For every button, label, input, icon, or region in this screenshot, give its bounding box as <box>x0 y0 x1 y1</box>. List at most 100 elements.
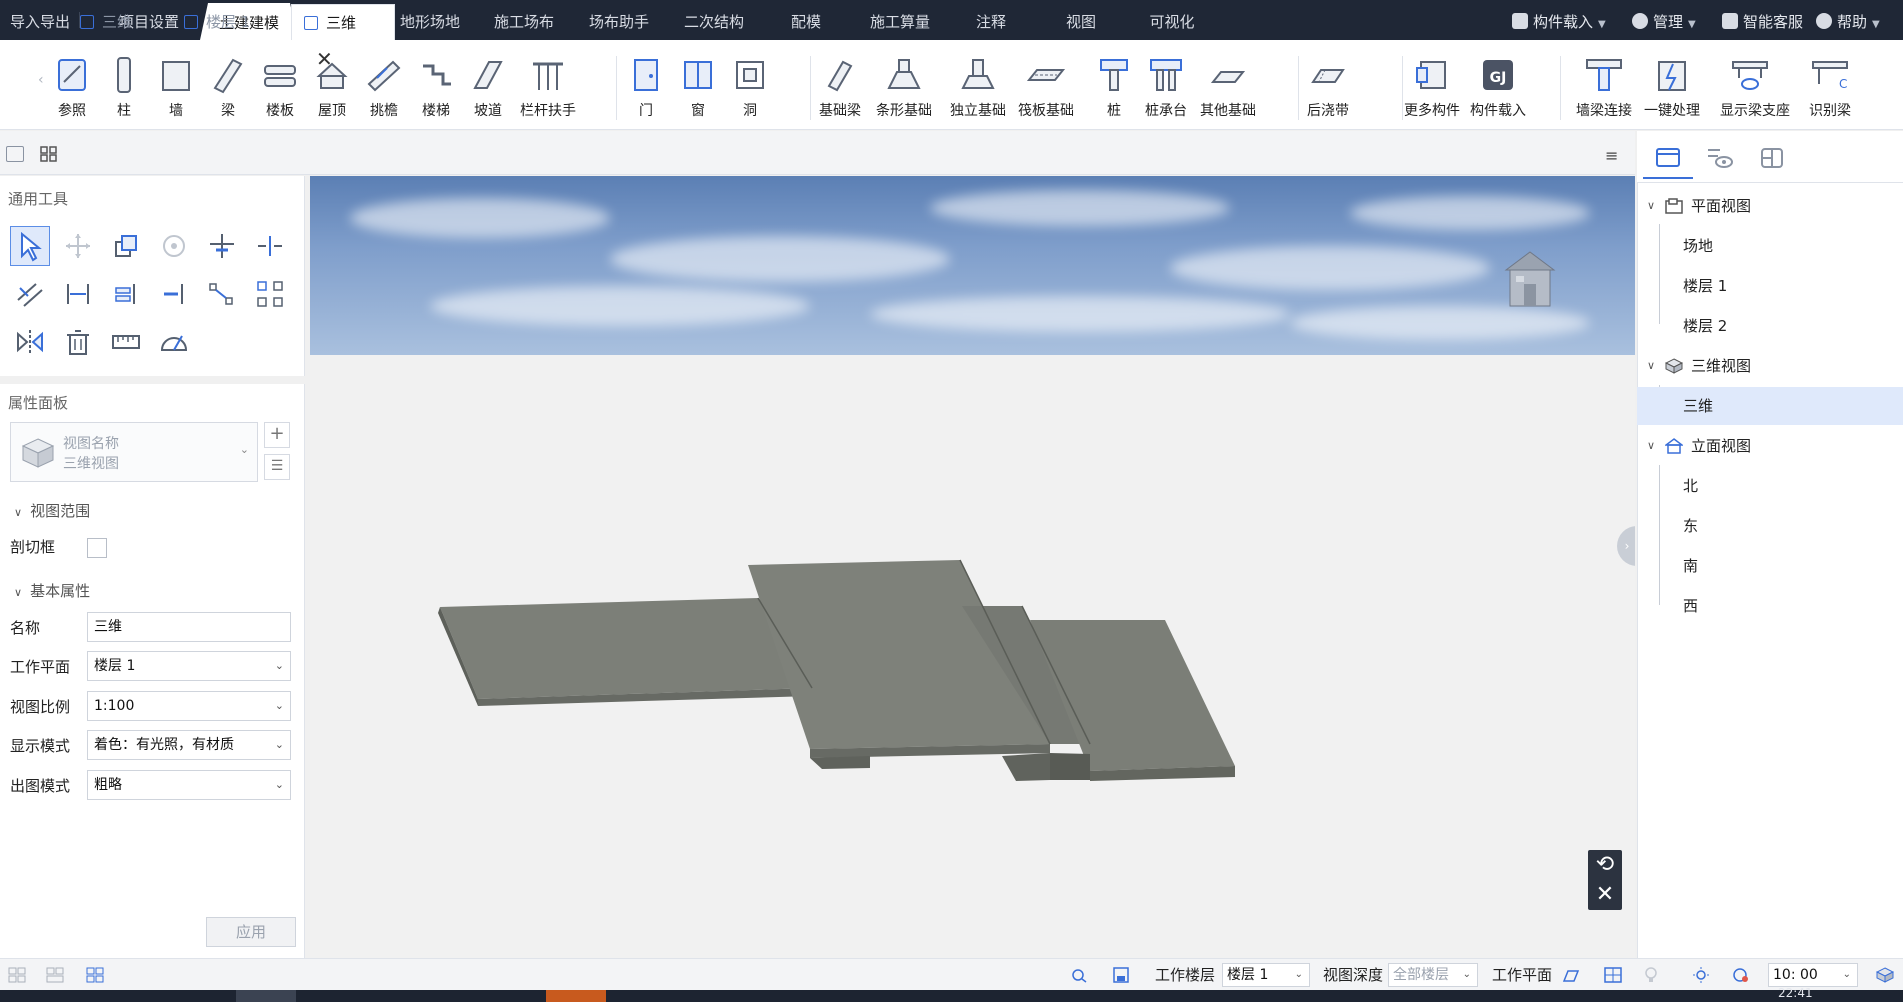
select-tool[interactable] <box>10 226 50 266</box>
wall-button[interactable]: 墙 <box>146 54 206 124</box>
other-foundation-button[interactable]: 其他基础 <box>1198 54 1258 124</box>
layout-grid-icon[interactable] <box>86 967 104 983</box>
identify-beam-button[interactable]: C 识别梁 <box>1804 54 1856 124</box>
tree-node-elevation-views[interactable]: ∨ 立面视图 <box>1637 427 1903 465</box>
sun-icon[interactable] <box>1692 967 1710 983</box>
align-tool[interactable] <box>58 274 98 314</box>
raft-foundation-button[interactable]: 筏板基础 <box>1016 54 1076 124</box>
component-load-button[interactable]: GJ 构件载入 <box>1468 54 1528 124</box>
taskbar-app[interactable] <box>236 990 296 1002</box>
menu-tab-layout-assistant[interactable]: 场布助手 <box>577 0 661 40</box>
tree-item-north[interactable]: 北 <box>1637 467 1903 505</box>
tab-views[interactable] <box>1643 137 1693 179</box>
tab-floor-1[interactable]: 楼层 1 <box>172 4 290 40</box>
work-plane-select[interactable]: 楼层 1 ⌄ <box>87 651 291 681</box>
display-mode-select[interactable]: 着色：有光照，有材质 ⌄ <box>87 730 291 760</box>
component-load-menu[interactable]: 构件载入 ▼ <box>1512 0 1606 40</box>
menu-tab-formwork[interactable]: 配模 <box>780 0 832 40</box>
show-beam-support-button[interactable]: 显示梁支座 <box>1720 54 1790 124</box>
split-tool[interactable] <box>250 226 290 266</box>
beam-button[interactable]: 梁 <box>198 54 258 124</box>
pile-button[interactable]: 桩 <box>1084 54 1144 124</box>
angle-measure-tool[interactable] <box>154 322 194 362</box>
trim-tool[interactable] <box>202 226 242 266</box>
tree-item-site[interactable]: 场地 <box>1637 227 1903 265</box>
tab-layers[interactable] <box>1747 137 1797 179</box>
railing-button[interactable]: 栏杆扶手 <box>518 54 578 124</box>
apply-button[interactable]: 应用 <box>206 917 296 947</box>
tab-menu-icon[interactable]: ≡ <box>1605 146 1618 165</box>
tab-3d-view[interactable]: 三维 <box>68 4 172 40</box>
zoom-fit-icon[interactable] <box>1070 967 1088 983</box>
stair-button[interactable]: 楼梯 <box>406 54 466 124</box>
foundation-beam-button[interactable]: 基础梁 <box>810 54 870 124</box>
mirror-tool[interactable] <box>10 322 50 362</box>
strip-footing-button[interactable]: 条形基础 <box>874 54 934 124</box>
post-cast-strip-button[interactable]: 后浇带 <box>1298 54 1358 124</box>
ramp-button[interactable]: 坡道 <box>458 54 518 124</box>
reference-button[interactable]: 参照 <box>42 54 102 124</box>
more-components-button[interactable]: 更多构件 <box>1402 54 1462 124</box>
menu-tab-site-layout[interactable]: 施工场布 <box>482 0 566 40</box>
wall-beam-connect-button[interactable]: 墙梁连接 <box>1574 54 1634 124</box>
add-view-button[interactable]: + <box>264 422 290 448</box>
isolated-footing-button[interactable]: 独立基础 <box>948 54 1008 124</box>
taskbar-app-active[interactable] <box>546 990 606 1002</box>
manage-menu[interactable]: 管理 ▼ <box>1632 0 1696 40</box>
save-view-icon[interactable] <box>1112 967 1130 983</box>
join-tool[interactable] <box>202 274 242 314</box>
3d-viewport[interactable]: › ⟲ ✕ <box>310 176 1635 958</box>
name-field[interactable]: 三维 <box>87 612 291 642</box>
offset-tool[interactable] <box>10 274 50 314</box>
opening-button[interactable]: 洞 <box>720 54 780 124</box>
layout-single-icon[interactable] <box>8 967 26 983</box>
menu-tab-view[interactable]: 视图 <box>1058 0 1104 40</box>
copy-tool[interactable] <box>106 226 146 266</box>
tree-item-3d[interactable]: 三维 <box>1637 387 1903 425</box>
one-click-process-button[interactable]: 一键处理 <box>1642 54 1702 124</box>
tab-visibility[interactable] <box>1695 137 1745 179</box>
close-icon[interactable]: ✕ <box>1588 880 1622 910</box>
array-tool[interactable] <box>250 274 290 314</box>
menu-tab-annotation[interactable]: 注释 <box>968 0 1014 40</box>
restore-window-icon[interactable] <box>6 146 24 162</box>
column-button[interactable]: 柱 <box>94 54 154 124</box>
clip-box-checkbox[interactable] <box>87 538 107 558</box>
eave-button[interactable]: 挑檐 <box>354 54 414 124</box>
work-floor-select[interactable]: 楼层 1 ⌄ <box>1222 963 1310 987</box>
time-select[interactable]: 10: 00 ⌄ <box>1768 963 1858 987</box>
group-view-range[interactable]: ∨ 视图范围 <box>14 500 90 521</box>
reset-view-icon[interactable]: ⟲ <box>1588 850 1622 880</box>
rotate-tool[interactable] <box>154 226 194 266</box>
tree-item-west[interactable]: 西 <box>1637 587 1903 625</box>
layout-split-icon[interactable] <box>46 967 64 983</box>
lightbulb-icon[interactable] <box>1642 967 1660 983</box>
view-type-selector[interactable]: 视图名称 三维视图 ⌄ <box>10 422 258 482</box>
tab-3d-active[interactable]: 三维 ✕ <box>291 4 395 71</box>
move-tool[interactable] <box>58 226 98 266</box>
sun-path-icon[interactable] <box>1732 967 1750 983</box>
pile-cap-button[interactable]: 桩承台 <box>1136 54 1196 124</box>
tree-item-east[interactable]: 东 <box>1637 507 1903 545</box>
work-plane-icon[interactable] <box>1562 967 1580 983</box>
menu-tab-terrain[interactable]: 地形场地 <box>388 0 472 40</box>
smart-service-button[interactable]: 智能客服 <box>1722 0 1803 40</box>
view-depth-select[interactable]: 全部楼层 ⌄ <box>1388 963 1478 987</box>
output-mode-select[interactable]: 粗略 ⌄ <box>87 770 291 800</box>
tree-node-plan-views[interactable]: ∨ 平面视图 <box>1637 187 1903 225</box>
grid-toggle-icon[interactable] <box>1604 967 1622 983</box>
break-tool[interactable] <box>154 274 194 314</box>
tree-item-floor-1[interactable]: 楼层 1 <box>1637 267 1903 305</box>
view-settings-button[interactable]: ☰ <box>264 454 290 480</box>
tree-node-3d-views[interactable]: ∨ 三维视图 <box>1637 347 1903 385</box>
tree-item-south[interactable]: 南 <box>1637 547 1903 585</box>
door-button[interactable]: 门 <box>616 54 676 124</box>
window-button[interactable]: 窗 <box>668 54 728 124</box>
help-menu[interactable]: 帮助 ▼ <box>1816 0 1880 40</box>
cube-icon[interactable] <box>1876 967 1894 983</box>
menu-tab-visualization[interactable]: 可视化 <box>1136 0 1208 40</box>
view-scale-select[interactable]: 1:100 ⌄ <box>87 691 291 721</box>
measure-tool[interactable] <box>106 322 146 362</box>
3d-model[interactable] <box>310 176 1635 958</box>
grid-view-icon[interactable] <box>40 146 58 162</box>
